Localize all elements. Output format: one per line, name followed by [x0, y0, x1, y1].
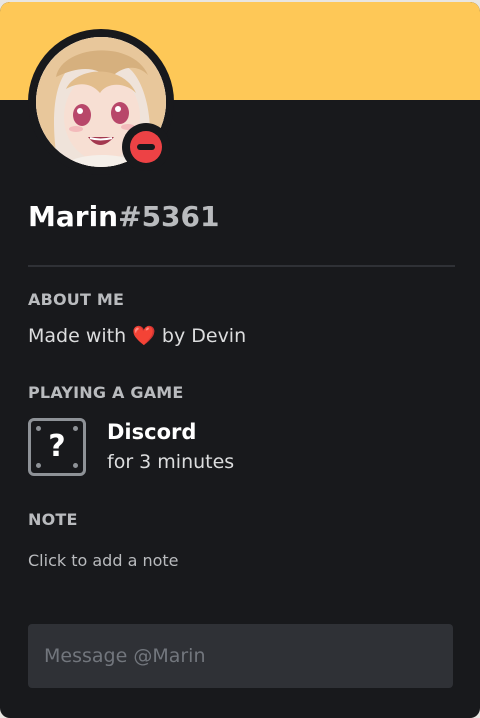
game-duration: for 3 minutes: [107, 451, 235, 473]
status-indicator: [122, 123, 170, 171]
do-not-disturb-icon: [130, 131, 162, 163]
note-input[interactable]: Click to add a note: [28, 551, 179, 570]
username[interactable]: Marin#5361: [28, 200, 220, 233]
heart-emoji: ❤️: [132, 325, 156, 347]
about-me-text: Made with ❤️ by Devin: [28, 324, 246, 347]
message-input[interactable]: [28, 624, 453, 688]
user-profile-popout: Marin#5361 ABOUT ME Made with ❤️ by Devi…: [0, 2, 480, 718]
avatar-container[interactable]: [28, 29, 174, 175]
username-name: Marin: [28, 200, 119, 233]
question-mark-glyph: ?: [48, 429, 66, 464]
question-mark-icon: ?: [28, 418, 86, 476]
game-name: Discord: [107, 420, 197, 444]
username-discriminator: #5361: [118, 200, 220, 233]
playing-game-title: PLAYING A GAME: [28, 383, 184, 402]
divider: [28, 265, 455, 267]
about-me-text-start: Made with: [28, 325, 133, 347]
note-title: NOTE: [28, 510, 78, 529]
about-me-title: ABOUT ME: [28, 290, 125, 309]
about-me-text-end: by Devin: [155, 325, 247, 347]
